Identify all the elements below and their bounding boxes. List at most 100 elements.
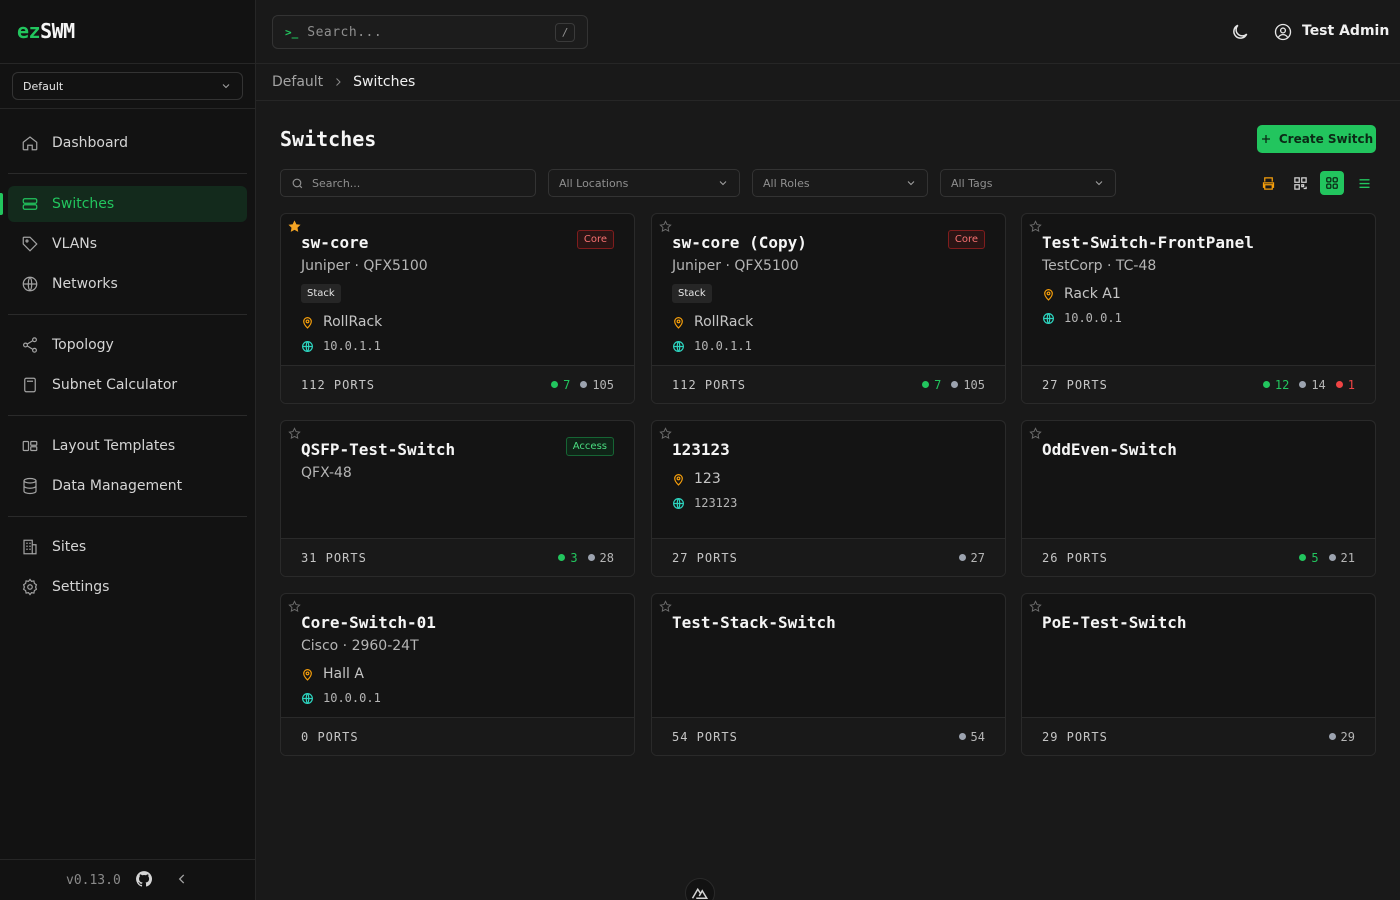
star-icon[interactable] bbox=[1029, 600, 1042, 613]
nav-label: Sites bbox=[52, 539, 87, 555]
ports-up-count: 7 bbox=[563, 377, 571, 392]
list-icon bbox=[1359, 178, 1369, 188]
breadcrumb-root[interactable]: Default bbox=[272, 74, 323, 90]
card-footer: 112 PORTS 7 105 bbox=[281, 365, 634, 403]
switch-card[interactable]: 123123 123 123123 27 PORTS 27 bbox=[651, 420, 1006, 577]
location-filter[interactable]: All Locations bbox=[548, 169, 740, 197]
ports-up: 7 bbox=[922, 378, 941, 392]
star-icon[interactable] bbox=[1029, 427, 1042, 440]
divider bbox=[0, 108, 255, 109]
print-button[interactable] bbox=[1256, 171, 1280, 195]
divider bbox=[8, 516, 247, 517]
nav-label: Subnet Calculator bbox=[52, 377, 178, 393]
ports-down-count: 105 bbox=[963, 377, 985, 392]
chevron-left-icon[interactable] bbox=[175, 872, 189, 886]
switch-card[interactable]: OddEven-Switch 26 PORTS 5 21 bbox=[1021, 420, 1376, 577]
star-filled-icon[interactable] bbox=[288, 220, 301, 233]
card-footer: 0 PORTS bbox=[281, 717, 634, 755]
moon-icon[interactable] bbox=[1230, 22, 1250, 42]
nav-settings[interactable]: Settings bbox=[8, 569, 247, 605]
switch-card[interactable]: Core-Switch-01 Cisco · 2960-24T Hall A 1… bbox=[280, 593, 635, 756]
ports-down-count: 27 bbox=[970, 550, 985, 565]
star-icon[interactable] bbox=[659, 220, 672, 233]
nav-subnet-calculator[interactable]: Subnet Calculator bbox=[8, 367, 247, 403]
switch-name: Test-Switch-FrontPanel bbox=[1042, 233, 1254, 252]
status-dot bbox=[580, 381, 588, 388]
ports-down-count: 28 bbox=[599, 550, 614, 565]
ip-text: 10.0.1.1 bbox=[323, 339, 381, 353]
global-search[interactable]: >_ Search... / bbox=[272, 15, 588, 49]
share-icon bbox=[23, 337, 37, 353]
globe-icon bbox=[302, 340, 313, 352]
nav-data-management[interactable]: Data Management bbox=[8, 468, 247, 504]
star-icon[interactable] bbox=[659, 427, 672, 440]
ports-down-count: 21 bbox=[1340, 550, 1355, 565]
port-count: 29 PORTS bbox=[1042, 729, 1108, 744]
breadcrumb-current: Switches bbox=[353, 74, 416, 90]
switch-card[interactable]: QSFP-Test-Switch Access QFX-48 31 PORTS … bbox=[280, 420, 635, 577]
port-count: 26 PORTS bbox=[1042, 550, 1108, 565]
switch-card[interactable]: Test-Stack-Switch 54 PORTS 54 bbox=[651, 593, 1006, 756]
ports-down: 27 bbox=[958, 550, 985, 565]
create-switch-button[interactable]: Create Switch bbox=[1257, 125, 1376, 153]
switch-location: Rack A1 bbox=[1042, 286, 1121, 302]
chevron-down-icon bbox=[907, 181, 915, 186]
user-circle-icon[interactable] bbox=[1274, 23, 1292, 41]
map-pin-icon bbox=[674, 316, 683, 329]
port-count: 27 PORTS bbox=[672, 550, 738, 565]
nav-networks[interactable]: Networks bbox=[8, 266, 247, 302]
home-icon bbox=[22, 136, 38, 151]
search-shortcut: / bbox=[555, 23, 575, 42]
switch-search-input[interactable]: Search... bbox=[280, 169, 536, 197]
nav-layout-templates[interactable]: Layout Templates bbox=[8, 428, 247, 464]
port-count: 112 PORTS bbox=[301, 377, 376, 392]
divider bbox=[8, 415, 247, 416]
breadcrumb: Default Switches bbox=[256, 64, 1400, 101]
user-name[interactable]: Test Admin bbox=[1302, 23, 1389, 39]
nav-vlans[interactable]: VLANs bbox=[8, 226, 247, 262]
star-icon[interactable] bbox=[659, 600, 672, 613]
nav-label: VLANs bbox=[52, 236, 98, 252]
switch-card[interactable]: Test-Switch-FrontPanel TestCorp · TC-48 … bbox=[1021, 213, 1376, 404]
star-icon[interactable] bbox=[288, 600, 301, 613]
search-placeholder: Search... bbox=[312, 176, 361, 190]
ports-down: 28 bbox=[587, 550, 614, 565]
switch-card[interactable]: sw-core Core Juniper · QFX5100 Stack Rol… bbox=[280, 213, 635, 404]
location-text: 123 bbox=[694, 471, 721, 487]
app-logo[interactable]: ezSWM bbox=[17, 19, 75, 43]
list-view-button[interactable] bbox=[1352, 171, 1376, 195]
map-pin-icon bbox=[303, 668, 312, 681]
nav-label: Data Management bbox=[52, 478, 183, 494]
github-icon[interactable] bbox=[135, 870, 153, 888]
ports-up-count: 5 bbox=[1311, 550, 1319, 565]
nav-sites[interactable]: Sites bbox=[8, 529, 247, 565]
nav-label: Dashboard bbox=[52, 135, 128, 151]
top-header: >_ Search... / Test Admin bbox=[256, 0, 1400, 64]
switch-name: QSFP-Test-Switch bbox=[301, 440, 456, 459]
qr-code-button[interactable] bbox=[1288, 171, 1312, 195]
nav-dashboard[interactable]: Dashboard bbox=[8, 125, 247, 161]
site-selector[interactable]: Default bbox=[12, 72, 243, 100]
nav-switches[interactable]: Switches bbox=[8, 186, 247, 222]
switch-ip: 10.0.0.1 bbox=[301, 691, 381, 705]
role-filter[interactable]: All Roles bbox=[752, 169, 928, 197]
nav-topology[interactable]: Topology bbox=[8, 327, 247, 363]
switch-card[interactable]: PoE-Test-Switch 29 PORTS 29 bbox=[1021, 593, 1376, 756]
switch-name: Core-Switch-01 bbox=[301, 613, 436, 632]
divider bbox=[8, 314, 247, 315]
star-icon[interactable] bbox=[1029, 220, 1042, 233]
chevron-down-icon bbox=[1095, 181, 1103, 186]
status-dot bbox=[958, 733, 966, 740]
layout-icon bbox=[22, 440, 38, 452]
star-icon[interactable] bbox=[288, 427, 301, 440]
location-text: RollRack bbox=[694, 314, 754, 330]
framework-logo[interactable] bbox=[685, 878, 715, 900]
ports-error-count: 1 bbox=[1347, 377, 1355, 392]
ports-down: 14 bbox=[1299, 378, 1326, 392]
server-icon bbox=[22, 198, 38, 210]
switch-card[interactable]: sw-core (Copy) Core Juniper · QFX5100 St… bbox=[651, 213, 1006, 404]
grid-view-button[interactable] bbox=[1320, 171, 1344, 195]
chevron-down-icon bbox=[719, 181, 727, 186]
tag-filter[interactable]: All Tags bbox=[940, 169, 1116, 197]
ports-down-count: 105 bbox=[592, 377, 614, 392]
